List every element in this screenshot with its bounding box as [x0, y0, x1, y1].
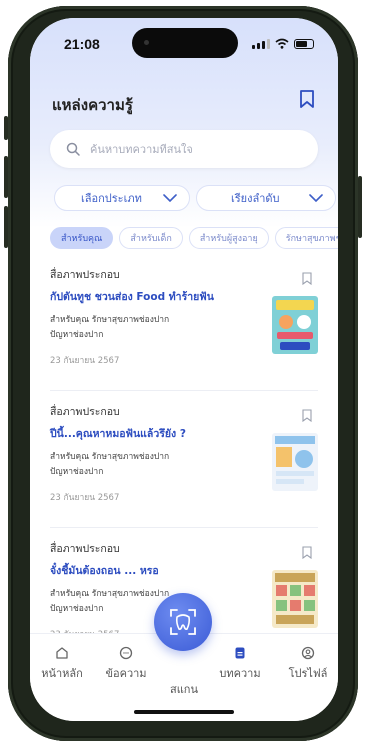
sort-dropdown[interactable]: เรียงลำดับ: [196, 185, 336, 211]
category-dropdown[interactable]: เลือกประเภท: [54, 185, 190, 211]
chip-oral-health[interactable]: รักษาสุขภาพช่องปาก: [274, 227, 338, 249]
battery-icon: [294, 39, 314, 49]
chip-for-elderly[interactable]: สำหรับผู้สูงอายุ: [188, 227, 269, 249]
article-tags: สำหรับคุณ รักษาสุขภาพช่องปาก ปัญหาช่องปา…: [50, 313, 220, 343]
wifi-icon: [275, 38, 289, 49]
article-tags-line2: ปัญหาช่องปาก: [50, 330, 104, 340]
article-tags: สำหรับคุณ รักษาสุขภาพช่องปาก ปัญหาช่องปา…: [50, 450, 220, 480]
article-type: สื่อภาพประกอบ: [50, 269, 120, 281]
bookmark-icon[interactable]: [302, 546, 312, 559]
tooth-scan-icon: [170, 609, 196, 635]
article-card[interactable]: สื่อภาพประกอบ กัปตันทูช ชวนส่อง Food ทำร…: [50, 266, 318, 391]
article-card[interactable]: สื่อภาพประกอบ ปีนี้...คุณหาหมอฟันแล้วรึย…: [50, 403, 318, 528]
app-screen: 21:08 แหล่งความรู้ เลือกประเภท เรียงลำดั…: [30, 18, 338, 721]
search-bar[interactable]: [50, 130, 318, 168]
signal-icon: [252, 39, 270, 49]
tab-home[interactable]: หน้าหลัก: [32, 646, 92, 682]
document-icon: [235, 647, 245, 659]
tab-home-label: หน้าหลัก: [41, 667, 83, 680]
article-type: สื่อภาพประกอบ: [50, 406, 120, 418]
article-title[interactable]: จั๋งชี้มันต้องถอน ... หรอ: [50, 562, 250, 579]
tab-profile[interactable]: โปรไฟล์: [278, 646, 338, 682]
tab-articles-label: บทความ: [219, 667, 261, 680]
article-type: สื่อภาพประกอบ: [50, 543, 120, 555]
page-title: แหล่งความรู้: [52, 96, 133, 114]
status-time: 21:08: [64, 36, 100, 52]
home-indicator: [134, 710, 234, 714]
article-thumbnail: [272, 570, 318, 628]
power-button: [358, 176, 362, 238]
search-input[interactable]: [90, 142, 290, 156]
chat-icon: [119, 646, 133, 660]
tab-profile-label: โปรไฟล์: [288, 667, 328, 680]
bookmark-icon[interactable]: [302, 409, 312, 422]
filter-row: เลือกประเภท เรียงลำดับ: [54, 185, 336, 211]
volume-up-button: [4, 156, 8, 198]
dynamic-island: [132, 28, 238, 58]
tab-articles[interactable]: บทความ: [210, 646, 270, 682]
profile-icon: [301, 646, 315, 660]
article-tags-line2: ปัญหาช่องปาก: [50, 467, 104, 477]
article-date: 23 กันยายน 2567: [50, 356, 120, 366]
bookmark-icon[interactable]: [298, 89, 316, 109]
audience-chips: สำหรับคุณ สำหรับเด็ก สำหรับผู้สูงอายุ รั…: [50, 227, 338, 249]
status-icons: [252, 38, 314, 49]
chevron-down-icon: [309, 194, 323, 202]
home-icon: [56, 647, 68, 659]
article-title[interactable]: ปีนี้...คุณหาหมอฟันแล้วรึยัง ?: [50, 425, 250, 442]
volume-down-button: [4, 206, 8, 248]
mute-switch: [4, 116, 8, 140]
sort-dropdown-label: เรียงลำดับ: [231, 192, 280, 205]
chip-for-you[interactable]: สำหรับคุณ: [50, 227, 114, 249]
bookmark-icon[interactable]: [302, 272, 312, 285]
article-tags-line1: สำหรับคุณ รักษาสุขภาพช่องปาก: [50, 452, 170, 462]
scan-button[interactable]: [154, 593, 212, 651]
search-icon: [66, 142, 80, 156]
tab-messages[interactable]: ข้อความ: [96, 646, 156, 682]
tab-scan[interactable]: สแกน: [154, 676, 214, 698]
category-dropdown-label: เลือกประเภท: [81, 192, 142, 205]
article-thumbnail: [272, 296, 318, 354]
article-date: 23 กันยายน 2567: [50, 493, 120, 503]
article-tags-line1: สำหรับคุณ รักษาสุขภาพช่องปาก: [50, 315, 170, 325]
article-thumbnail: [272, 433, 318, 491]
article-title[interactable]: กัปตันทูช ชวนส่อง Food ทำร้ายฟัน: [50, 288, 250, 305]
chip-for-kids[interactable]: สำหรับเด็ก: [119, 227, 183, 249]
tab-messages-label: ข้อความ: [105, 667, 147, 680]
tab-scan-label: สแกน: [170, 683, 198, 696]
chevron-down-icon: [163, 194, 177, 202]
